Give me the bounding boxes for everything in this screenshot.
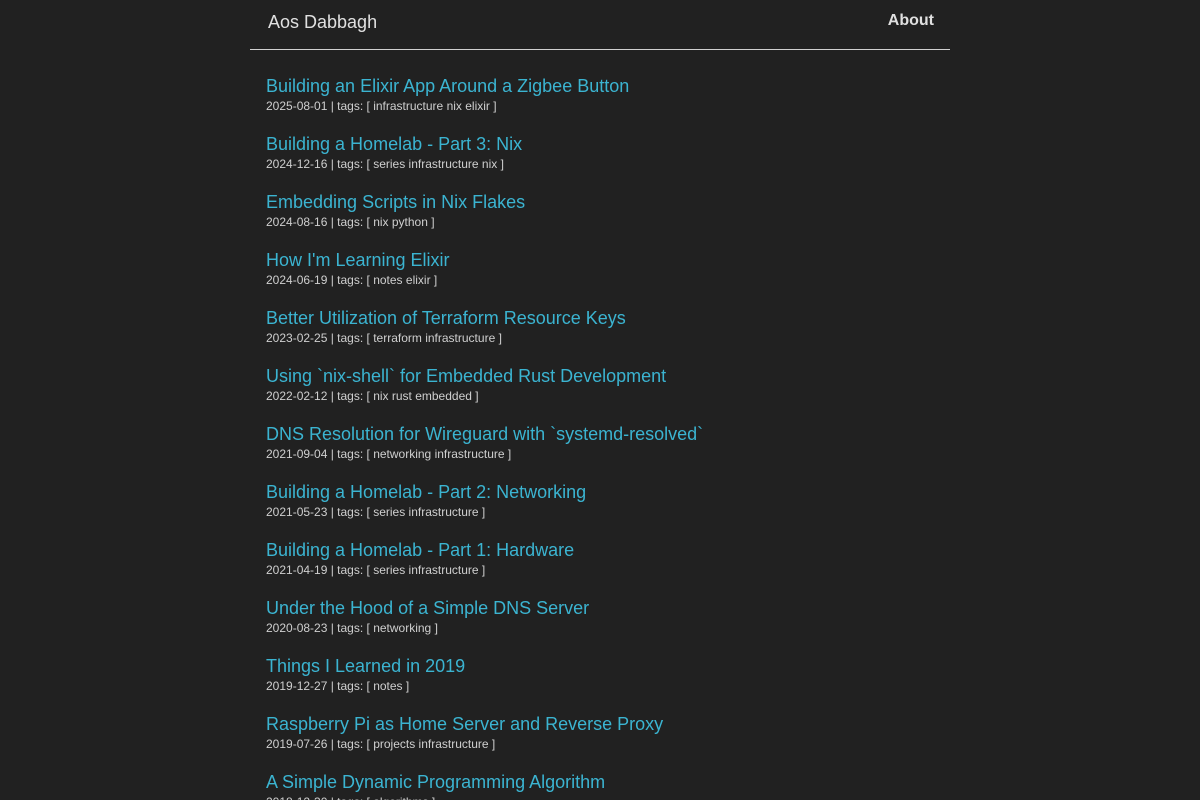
post-list-item: Building a Homelab - Part 2: Networking …	[266, 481, 950, 539]
post-meta: 2019-12-27 | tags: [ notes ]	[266, 679, 410, 693]
post-date: 2021-09-04	[266, 447, 328, 461]
post-date: 2022-02-12	[266, 389, 328, 403]
nav-about-link[interactable]: About	[888, 12, 934, 30]
post-meta: 2021-09-04 | tags: [ networking infrastr…	[266, 447, 512, 461]
post-list-item: Building a Homelab - Part 3: Nix 2024-12…	[266, 133, 950, 191]
post-list-item: Better Utilization of Terraform Resource…	[266, 307, 950, 365]
site-header: Aos Dabbagh About	[250, 0, 950, 50]
post-tags: terraform infrastructure	[373, 331, 496, 345]
post-date: 2019-12-27	[266, 679, 328, 693]
post-date: 2019-07-26	[266, 737, 328, 751]
post-tags: notes elixir	[373, 273, 431, 287]
post-title-link[interactable]: Building a Homelab - Part 2: Networking	[266, 481, 950, 503]
post-tags: series infrastructure	[373, 505, 479, 519]
post-list-item: Raspberry Pi as Home Server and Reverse …	[266, 713, 950, 771]
post-meta: 2021-05-23 | tags: [ series infrastructu…	[266, 505, 486, 519]
post-list-item: Building a Homelab - Part 1: Hardware 20…	[266, 539, 950, 597]
post-title-link[interactable]: A Simple Dynamic Programming Algorithm	[266, 771, 950, 793]
post-list-item: Building an Elixir App Around a Zigbee B…	[266, 75, 950, 133]
post-list-item: Embedding Scripts in Nix Flakes 2024-08-…	[266, 191, 950, 249]
post-tags: series infrastructure nix	[373, 157, 498, 171]
post-title-link[interactable]: Better Utilization of Terraform Resource…	[266, 307, 950, 329]
post-date: 2024-08-16	[266, 215, 328, 229]
post-meta: 2024-12-16 | tags: [ series infrastructu…	[266, 157, 504, 171]
post-date: 2021-04-19	[266, 563, 328, 577]
post-title-link[interactable]: Building a Homelab - Part 1: Hardware	[266, 539, 950, 561]
post-meta: 2021-04-19 | tags: [ series infrastructu…	[266, 563, 486, 577]
post-meta: 2024-06-19 | tags: [ notes elixir ]	[266, 273, 438, 287]
post-title-link[interactable]: Embedding Scripts in Nix Flakes	[266, 191, 950, 213]
post-title-link[interactable]: Building an Elixir App Around a Zigbee B…	[266, 75, 950, 97]
post-tags: nix python	[373, 215, 428, 229]
post-title-link[interactable]: Building a Homelab - Part 3: Nix	[266, 133, 950, 155]
post-tags: algorithms	[373, 795, 428, 800]
post-tags: projects infrastructure	[373, 737, 489, 751]
post-meta: 2022-02-12 | tags: [ nix rust embedded ]	[266, 389, 479, 403]
post-meta: 2025-08-01 | tags: [ infrastructure nix …	[266, 99, 497, 113]
post-meta: 2024-08-16 | tags: [ nix python ]	[266, 215, 435, 229]
post-tags: nix rust embedded	[373, 389, 472, 403]
post-date: 2024-06-19	[266, 273, 328, 287]
post-title-link[interactable]: Using `nix-shell` for Embedded Rust Deve…	[266, 365, 950, 387]
post-list-item: Using `nix-shell` for Embedded Rust Deve…	[266, 365, 950, 423]
post-list-item: Things I Learned in 2019 2019-12-27 | ta…	[266, 655, 950, 713]
post-title-link[interactable]: Under the Hood of a Simple DNS Server	[266, 597, 950, 619]
post-list-item: DNS Resolution for Wireguard with `syste…	[266, 423, 950, 481]
post-date: 2023-02-25	[266, 331, 328, 345]
post-meta: 2020-08-23 | tags: [ networking ]	[266, 621, 438, 635]
post-meta: 2023-02-25 | tags: [ terraform infrastru…	[266, 331, 502, 345]
post-date: 2025-08-01	[266, 99, 328, 113]
post-tags: infrastructure nix elixir	[373, 99, 490, 113]
post-tags: networking	[373, 621, 432, 635]
post-date: 2024-12-16	[266, 157, 328, 171]
page-container: Aos Dabbagh About Building an Elixir App…	[250, 0, 950, 800]
post-date: 2018-12-30	[266, 795, 327, 800]
post-title-link[interactable]: DNS Resolution for Wireguard with `syste…	[266, 423, 950, 445]
post-list-item: Under the Hood of a Simple DNS Server 20…	[266, 597, 950, 655]
post-tags: networking infrastructure	[373, 447, 505, 461]
post-list-item: How I'm Learning Elixir 2024-06-19 | tag…	[266, 249, 950, 307]
post-meta: 2019-07-26 | tags: [ projects infrastruc…	[266, 737, 496, 751]
post-date: 2020-08-23	[266, 621, 328, 635]
post-title-link[interactable]: Raspberry Pi as Home Server and Reverse …	[266, 713, 950, 735]
site-title-link[interactable]: Aos Dabbagh	[268, 12, 377, 33]
post-title-link[interactable]: How I'm Learning Elixir	[266, 249, 950, 271]
post-title-link[interactable]: Things I Learned in 2019	[266, 655, 950, 677]
post-tags: notes	[373, 679, 403, 693]
post-meta: 2018-12-30 | tags: [ algorithms ]	[266, 794, 950, 800]
post-list-item: A Simple Dynamic Programming Algorithm 2…	[266, 771, 950, 800]
post-list: Building an Elixir App Around a Zigbee B…	[250, 50, 950, 800]
post-tags: series infrastructure	[373, 563, 479, 577]
post-date: 2021-05-23	[266, 505, 328, 519]
